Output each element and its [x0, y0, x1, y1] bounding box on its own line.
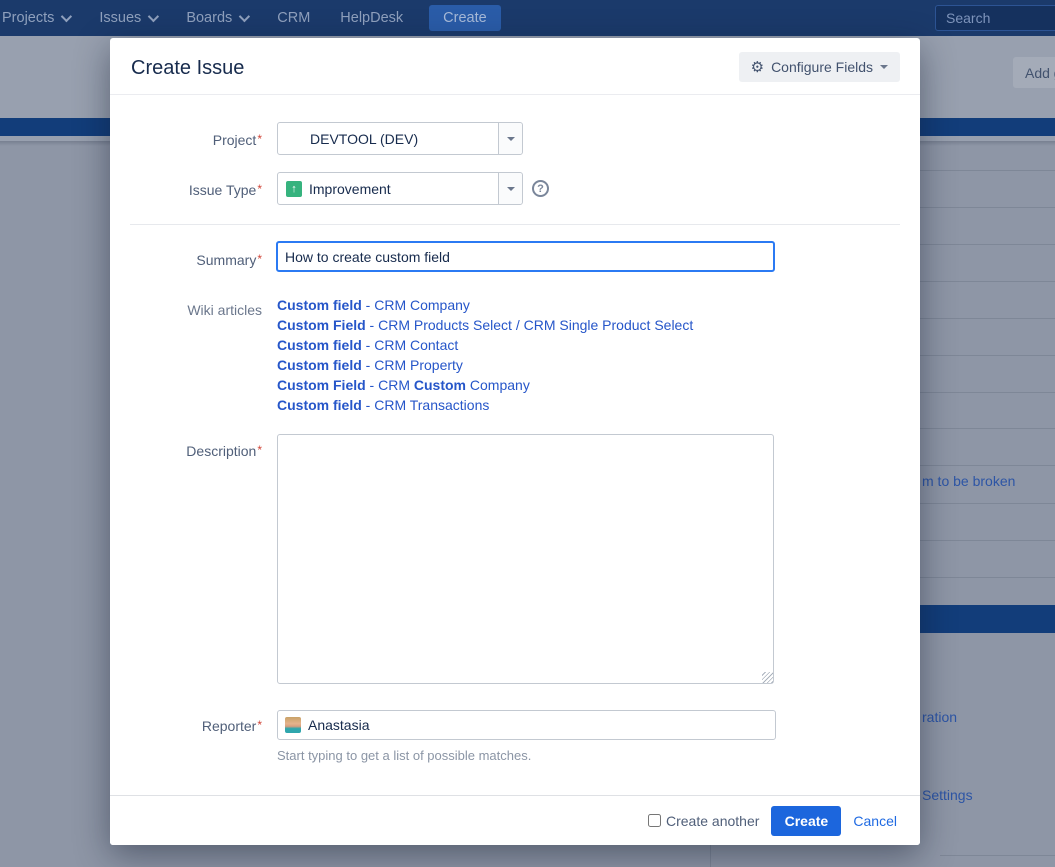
wiki-article-bold-text: Custom field [277, 337, 362, 353]
issue-type-select-dropdown-button[interactable] [498, 173, 522, 204]
nav-item-label: HelpDesk [340, 10, 403, 26]
background-settings-link[interactable]: Settings [922, 787, 973, 803]
create-another-label: Create another [666, 813, 759, 829]
nav-item-projects[interactable]: Projects [2, 10, 69, 26]
chevron-down-icon [880, 65, 888, 69]
reporter-avatar [285, 717, 301, 733]
wiki-article-text: - CRM Property [362, 357, 463, 373]
required-asterisk: * [257, 182, 262, 196]
wiki-articles-list: Custom field - CRM CompanyCustom Field -… [277, 295, 777, 415]
wiki-article-text: Company [466, 377, 530, 393]
description-label-text: Description [186, 443, 256, 459]
issue-type-select-value: Improvement [309, 181, 391, 197]
reporter-value: Anastasia [308, 717, 369, 733]
description-textarea[interactable] [277, 434, 774, 684]
chevron-down-icon [507, 187, 515, 191]
dialog-title: Create Issue [131, 57, 244, 80]
create-button[interactable]: Create [771, 806, 841, 836]
wiki-article-text: - CRM [366, 377, 414, 393]
nav-item-label: Boards [186, 10, 232, 26]
column-divider [710, 845, 711, 867]
nav-item-crm[interactable]: CRM [277, 10, 310, 26]
section-divider [130, 224, 900, 225]
reporter-input[interactable]: Anastasia [277, 710, 776, 740]
configure-fields-button[interactable]: ⚙ Configure Fields [739, 52, 900, 82]
dialog-header: Create Issue ⚙ Configure Fields [110, 38, 920, 95]
summary-label: Summary* [110, 252, 262, 268]
wiki-article-bold-text: Custom field [277, 357, 362, 373]
project-label-text: Project [213, 132, 257, 148]
background-ration-link[interactable]: ration [922, 709, 957, 725]
textarea-resize-grip[interactable] [762, 672, 773, 683]
create-another-checkbox[interactable] [648, 814, 661, 827]
dialog-footer: Create another Create Cancel [110, 795, 920, 845]
wiki-article-link[interactable]: Custom Field - CRM Custom Company [277, 375, 777, 395]
wiki-article-text: - CRM Contact [362, 337, 458, 353]
cancel-link[interactable]: Cancel [853, 813, 897, 829]
project-avatar-icon [286, 130, 303, 147]
chevron-down-icon [239, 11, 250, 22]
page: Add g m to be broken ration Settings Pro… [0, 0, 1055, 867]
wiki-article-bold-text: Custom field [277, 397, 362, 413]
project-select-dropdown-button[interactable] [498, 123, 522, 154]
create-issue-dialog: Create Issue ⚙ Configure Fields Project*… [110, 38, 920, 845]
project-select-value: DEVTOOL (DEV) [310, 131, 418, 147]
wiki-article-link[interactable]: Custom Field - CRM Products Select / CRM… [277, 315, 777, 335]
wiki-article-bold-text: Custom Field [277, 377, 366, 393]
search-input[interactable] [935, 5, 1055, 31]
wiki-article-link[interactable]: Custom field - CRM Property [277, 355, 777, 375]
configure-fields-label: Configure Fields [771, 59, 873, 75]
required-asterisk: * [257, 718, 262, 732]
chevron-down-icon [61, 11, 72, 22]
summary-input[interactable] [276, 241, 775, 272]
required-asterisk: * [257, 132, 262, 146]
wiki-article-text: - CRM Transactions [362, 397, 490, 413]
wiki-article-bold-text: Custom Field [277, 317, 366, 333]
top-navbar: Projects Issues Boards CRM HelpDesk Create [0, 0, 1055, 36]
nav-item-label: CRM [277, 10, 310, 26]
description-label: Description* [110, 443, 262, 459]
nav-create-button[interactable]: Create [429, 5, 501, 31]
required-asterisk: * [257, 252, 262, 266]
row-divider [940, 855, 1055, 856]
issue-type-label-text: Issue Type [189, 182, 256, 198]
chevron-down-icon [148, 11, 159, 22]
help-icon[interactable]: ? [532, 180, 549, 197]
project-select[interactable]: DEVTOOL (DEV) [277, 122, 523, 155]
nav-items: Projects Issues Boards CRM HelpDesk [0, 10, 403, 26]
project-label: Project* [110, 132, 262, 148]
create-another-option[interactable]: Create another [648, 813, 759, 829]
nav-item-label: Issues [99, 10, 141, 26]
issue-type-select[interactable]: ↑ Improvement [277, 172, 523, 205]
summary-label-text: Summary [196, 252, 256, 268]
wiki-articles-label: Wiki articles [110, 302, 262, 318]
issue-type-label: Issue Type* [110, 182, 262, 198]
wiki-article-bold-text: Custom [414, 377, 466, 393]
wiki-article-link[interactable]: Custom field - CRM Contact [277, 335, 777, 355]
improvement-arrow-up-icon: ↑ [286, 181, 302, 197]
reporter-hint: Start typing to get a list of possible m… [277, 748, 531, 763]
required-asterisk: * [257, 443, 262, 457]
wiki-article-text: - CRM Products Select / CRM Single Produ… [366, 317, 694, 333]
nav-item-issues[interactable]: Issues [99, 10, 156, 26]
wiki-article-bold-text: Custom field [277, 297, 362, 313]
nav-item-helpdesk[interactable]: HelpDesk [340, 10, 403, 26]
wiki-article-text: - CRM Company [362, 297, 470, 313]
wiki-article-link[interactable]: Custom field - CRM Transactions [277, 395, 777, 415]
wiki-article-link[interactable]: Custom field - CRM Company [277, 295, 777, 315]
gear-icon: ⚙ [751, 60, 764, 75]
add-gadget-button[interactable]: Add g [1013, 57, 1055, 88]
reporter-label-text: Reporter [202, 718, 256, 734]
nav-item-boards[interactable]: Boards [186, 10, 247, 26]
chevron-down-icon [507, 137, 515, 141]
reporter-label: Reporter* [110, 718, 262, 734]
background-issue-link[interactable]: m to be broken [922, 473, 1015, 489]
nav-item-label: Projects [2, 10, 54, 26]
